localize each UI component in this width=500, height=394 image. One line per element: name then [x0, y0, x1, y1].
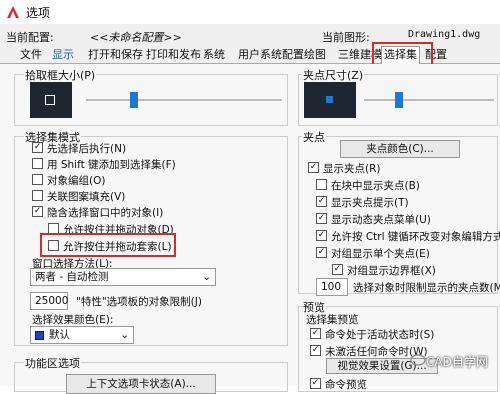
label-assoc-hatch: 关联图案填充(V): [47, 191, 126, 203]
pickbox-slider-thumb[interactable]: [130, 92, 138, 108]
label-noun-verb: 先选择后执行(N): [47, 143, 127, 155]
current-drawing-value: Drawing1.dwg: [408, 29, 481, 40]
label-preview-active: 命令处于活动状态时(S): [325, 329, 435, 341]
current-config-label: 当前配置:: [6, 31, 54, 44]
sel-preview-label: 选择集预览: [306, 314, 359, 326]
checkbox-group-bbox[interactable]: ✓: [332, 264, 343, 275]
label-object-group: 对象编组(O): [47, 175, 106, 187]
label-grip-tips: 显示夹点提示(T): [331, 197, 409, 209]
label-group-bbox: 对组显示边界框(X): [347, 265, 436, 277]
object-limit-value: 25000: [35, 295, 69, 307]
checkbox-preview-inactive[interactable]: ✓: [310, 345, 321, 356]
label-command-preview: 命令预览: [325, 379, 367, 391]
chat-bubble-icon: [410, 354, 426, 366]
label-show-grips: 显示夹点(R): [323, 163, 381, 175]
pickbox-square-icon: [45, 95, 55, 105]
chevron-down-icon: ⌄: [202, 271, 211, 283]
chevron-down-icon: ⌄: [120, 329, 129, 341]
checkbox-object-group[interactable]: [32, 174, 43, 185]
tab-open-save[interactable]: 打开和保存: [86, 47, 145, 63]
contextual-tab-button[interactable]: 上下文选项卡状态(A)...: [66, 374, 216, 394]
grip-color-button[interactable]: 夹点颜色(C)...: [340, 140, 460, 158]
label-ctrl-cycling: 允许按 Ctrl 键循环改变对象编辑方式: [331, 231, 500, 243]
effect-color-label: 选择效果颜色(E):: [32, 314, 114, 326]
window-method-value: 两者 - 自动检测: [35, 271, 109, 283]
gripsize-slider-track[interactable]: [364, 99, 494, 101]
checkbox-show-grips[interactable]: ✓: [308, 162, 319, 173]
checkbox-assoc-hatch[interactable]: [32, 190, 43, 201]
window-method-select[interactable]: 两者 - 自动检测 ⌄: [30, 268, 216, 286]
grip-limit-input[interactable]: 100: [316, 278, 348, 296]
tab-system[interactable]: 系统: [201, 47, 227, 63]
label-single-grip-groups: 对组显示单个夹点(E): [331, 248, 430, 260]
current-drawing-label: 当前图形:: [322, 31, 370, 44]
object-limit-label: "特性"选项板的对象限制(J): [76, 296, 202, 308]
color-swatch: [35, 331, 44, 340]
ribbon-label: 功能区选项: [24, 355, 81, 371]
checkbox-shift-add[interactable]: [32, 158, 43, 169]
pickbox-preview: [30, 82, 72, 118]
watermark-text: CAD自学网: [426, 354, 488, 369]
checkbox-grips-in-blocks[interactable]: [316, 179, 327, 190]
window-title: 选项: [26, 5, 51, 20]
label-implied-window: 隐含选择窗口中的对象(I): [47, 207, 164, 219]
object-limit-input[interactable]: 25000: [30, 292, 68, 310]
tab-plot-publish[interactable]: 打印和发布: [144, 47, 203, 63]
lasso-highlight-box: [40, 233, 176, 257]
checkbox-ctrl-cycling[interactable]: ✓: [316, 230, 327, 241]
grip-preview: [304, 82, 356, 118]
tab-user-prefs[interactable]: 用户系统配置: [236, 47, 306, 63]
grip-limit-label: 选择对象时限制显示的夹点数(M): [353, 282, 500, 294]
label-grips-in-blocks: 在块中显示夹点(B): [331, 180, 420, 192]
checkbox-implied-window[interactable]: ✓: [32, 206, 43, 217]
effect-color-value: 默认: [49, 329, 70, 341]
checkbox-dynamic-grip-menu[interactable]: ✓: [316, 213, 327, 224]
tab-files[interactable]: 文件: [18, 47, 44, 63]
gripsize-slider-thumb[interactable]: [395, 92, 403, 108]
grip-limit-value: 100: [321, 281, 342, 293]
effect-color-select[interactable]: 默认 ⌄: [30, 326, 134, 344]
label-shift-add: 用 Shift 键添加到选择集(F): [47, 159, 176, 171]
grips-label: 夹点: [302, 129, 326, 145]
pickbox-slider-track[interactable]: [86, 99, 282, 101]
grip-square-icon: [326, 96, 333, 103]
checkbox-single-grip-groups[interactable]: ✓: [316, 247, 327, 258]
gripsize-label: 夹点尺寸(Z): [302, 67, 365, 83]
tab-drafting[interactable]: 绘图: [302, 47, 328, 63]
checkbox-command-preview[interactable]: ✓: [310, 378, 321, 389]
label-dynamic-grip-menu: 显示动态夹点菜单(U): [331, 214, 431, 226]
watermark: CAD自学网: [410, 352, 488, 370]
current-config-value: <<未命名配置>>: [90, 31, 182, 44]
pickbox-label: 拾取框大小(P): [24, 67, 97, 83]
autocad-logo-icon: [6, 5, 20, 19]
checkbox-preview-active[interactable]: ✓: [310, 328, 321, 339]
checkbox-noun-verb[interactable]: ✓: [32, 142, 43, 153]
checkbox-grip-tips[interactable]: ✓: [316, 196, 327, 207]
tab-display[interactable]: 显示: [50, 47, 76, 63]
title-bar: 选项: [0, 0, 500, 24]
